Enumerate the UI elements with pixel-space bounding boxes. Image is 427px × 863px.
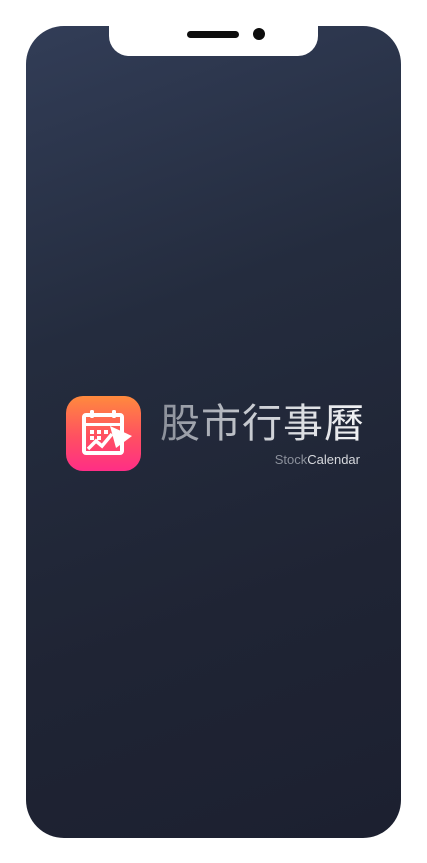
calendar-chart-icon (66, 396, 141, 471)
phone-screen: 股市行事曆 StockCalendar (26, 26, 401, 838)
speaker-grille (187, 31, 239, 38)
device-notch (109, 26, 318, 56)
front-camera (253, 28, 265, 40)
brand-subtitle-calendar: Calendar (307, 452, 360, 467)
brand-title: 股市行事曆 (160, 401, 365, 447)
brand-subtitle-stock: Stock (274, 452, 308, 467)
brand-subtitle: StockCalendar (226, 452, 360, 468)
